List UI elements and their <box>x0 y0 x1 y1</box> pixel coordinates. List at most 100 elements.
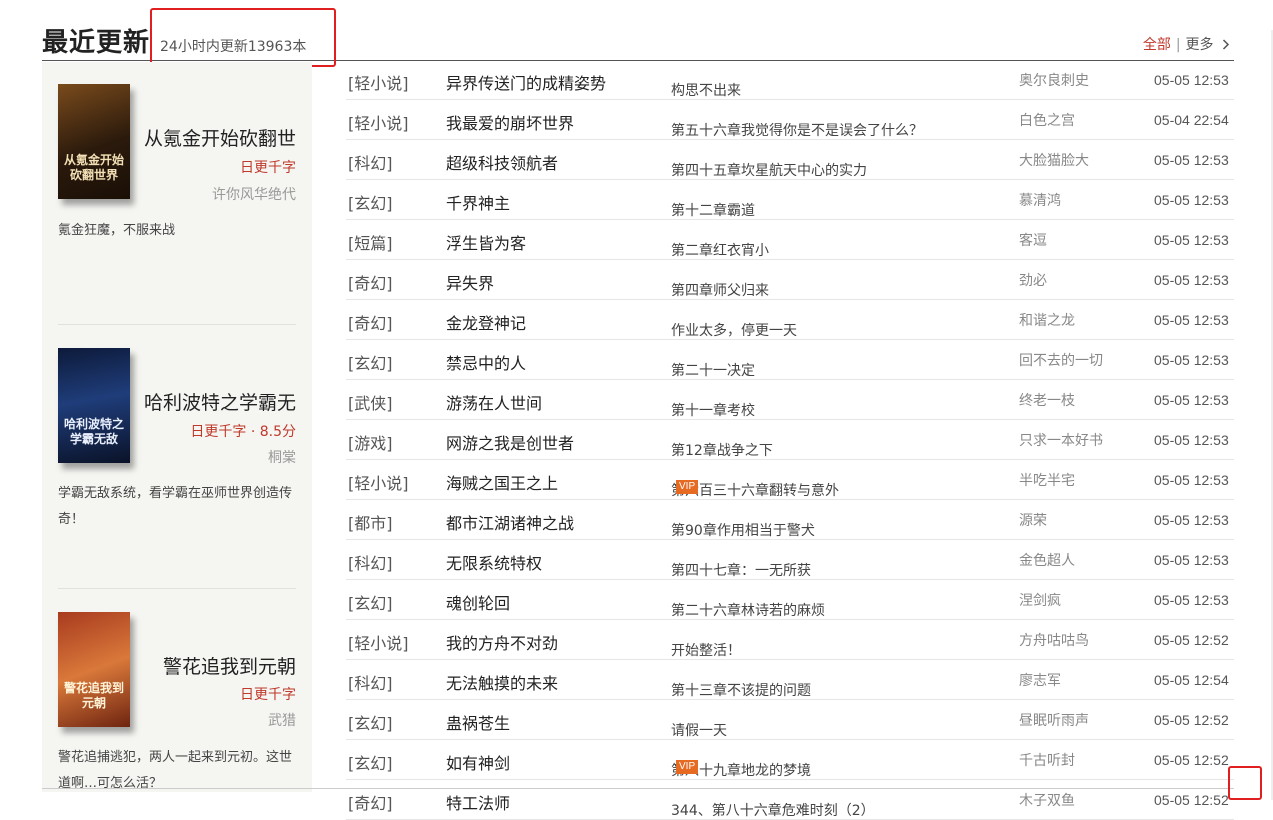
category-link[interactable]: [科幻] <box>348 150 393 174</box>
book-author[interactable]: 许你风华绝代 <box>212 184 296 204</box>
book-description: 学霸无敌系统，看学霸在巫师世界创造传奇！ <box>58 486 293 527</box>
update-time: 05-05 12:52 <box>1154 712 1229 728</box>
cover-title-text: 从氪金开始砍翻世界 <box>63 153 124 182</box>
category-link[interactable]: [武侠] <box>348 390 393 414</box>
author-link[interactable]: 廖志军 <box>1019 670 1061 690</box>
list-row: [武侠] 游荡在人世间 第十一章考校 终老一枝 05-05 12:53 <box>346 380 1234 420</box>
author-link[interactable]: 千古听封 <box>1019 750 1075 770</box>
category-link[interactable]: [奇幻] <box>348 270 393 294</box>
category-link[interactable]: [奇幻] <box>348 310 393 334</box>
book-name-link[interactable]: 浮生皆为客 <box>446 230 526 254</box>
category-link[interactable]: [玄幻] <box>348 710 393 734</box>
update-time: 05-05 12:53 <box>1154 592 1229 608</box>
book-name-link[interactable]: 我的方舟不对劲 <box>446 630 558 654</box>
book-name-link[interactable]: 我最爱的崩坏世界 <box>446 110 574 134</box>
chapter-title: 第五十六章我觉得你是不是误会了什么？ <box>671 123 923 139</box>
book-title[interactable]: 警花追我到元朝 <box>163 652 296 679</box>
book-name-link[interactable]: 无法触摸的未来 <box>446 670 558 694</box>
author-link[interactable]: 白色之宫 <box>1019 110 1075 130</box>
chapter-title: 构思不出来 <box>671 83 741 99</box>
book-name-link[interactable]: 如有神剑 <box>446 750 510 774</box>
all-link[interactable]: 全部 <box>1143 37 1171 53</box>
vip-badge: VIP <box>676 760 699 774</box>
author-link[interactable]: 涅剑疯 <box>1019 590 1061 610</box>
author-link[interactable]: 半吃半宅 <box>1019 470 1075 490</box>
chapter-title: 第十二章霸道 <box>671 203 755 219</box>
book-name-link[interactable]: 网游之我是创世者 <box>446 430 574 454</box>
category-link[interactable]: [玄幻] <box>348 590 393 614</box>
chevron-right-icon <box>1222 39 1230 50</box>
author-link[interactable]: 昼眠听雨声 <box>1019 710 1089 730</box>
book-cover[interactable]: 从氪金开始砍翻世界 <box>58 84 130 199</box>
update-time: 05-05 12:53 <box>1154 392 1229 408</box>
author-link[interactable]: 回不去的一切 <box>1019 350 1103 370</box>
list-row: [短篇] 浮生皆为客 第二章红衣宵小 客逗 05-05 12:53 <box>346 220 1234 260</box>
category-link[interactable]: [轻小说] <box>348 70 409 94</box>
list-row: [科幻] 无法触摸的未来 第十三章不该提的问题 廖志军 05-05 12:54 <box>346 660 1234 700</box>
update-time: 05-05 12:52 <box>1154 632 1229 648</box>
book-name-link[interactable]: 蛊祸苍生 <box>446 710 510 734</box>
chapter-title: 第90章作用相当于警犬 <box>671 523 815 539</box>
author-link[interactable]: 大脸猫脸大 <box>1019 150 1089 170</box>
book-title[interactable]: 哈利波特之学霸无 <box>144 388 296 415</box>
book-name-link[interactable]: 异失界 <box>446 270 494 294</box>
list-row: [玄幻] 禁忌中的人 第二十一决定 回不去的一切 05-05 12:53 <box>346 340 1234 380</box>
more-link[interactable]: 更多 <box>1186 37 1230 53</box>
book-name-link[interactable]: 千界神主 <box>446 190 510 214</box>
author-link[interactable]: 和谐之龙 <box>1019 310 1075 330</box>
book-cover[interactable]: 哈利波特之学霸无敌 <box>58 348 130 463</box>
category-link[interactable]: [游戏] <box>348 430 393 454</box>
list-row: [玄幻] 魂创轮回 第二十六章林诗若的麻烦 涅剑疯 05-05 12:53 <box>346 580 1234 620</box>
author-link[interactable]: 木子双鱼 <box>1019 790 1075 810</box>
category-link[interactable]: [轻小说] <box>348 470 409 494</box>
update-time: 05-05 12:53 <box>1154 472 1229 488</box>
category-link[interactable]: [玄幻] <box>348 750 393 774</box>
author-link[interactable]: 源荣 <box>1019 510 1047 530</box>
list-row: [奇幻] 金龙登神记 作业太多，停更一天 和谐之龙 05-05 12:53 <box>346 300 1234 340</box>
category-link[interactable]: [玄幻] <box>348 350 393 374</box>
book-title[interactable]: 从氪金开始砍翻世 <box>144 124 296 151</box>
chapter-title: 第二十一决定 <box>671 363 755 379</box>
book-name-link[interactable]: 禁忌中的人 <box>446 350 526 374</box>
book-name-link[interactable]: 金龙登神记 <box>446 310 526 334</box>
book-name-link[interactable]: 无限系统特权 <box>446 550 542 574</box>
category-link[interactable]: [科幻] <box>348 670 393 694</box>
list-row: [轻小说] 海贼之国王之上 第六百三十六章翻转与意外 VIP 半吃半宅 05-05 12:… <box>346 460 1234 500</box>
update-time: 05-05 12:53 <box>1154 512 1229 528</box>
book-author[interactable]: 桐棠 <box>268 447 296 467</box>
author-link[interactable]: 客逗 <box>1019 230 1047 250</box>
book-name-link[interactable]: 都市江湖诸神之战 <box>446 510 574 534</box>
category-link[interactable]: [奇幻] <box>348 790 393 814</box>
header-links: 全部 | 更多 <box>1143 34 1230 54</box>
list-row: [都市] 都市江湖诸神之战第90章作用相当于警犬 源荣 05-05 12:53 <box>346 500 1234 540</box>
annotation-highlight-box <box>150 8 336 67</box>
author-link[interactable]: 方舟咕咕鸟 <box>1019 630 1089 650</box>
author-link[interactable]: 慕清鸿 <box>1019 190 1061 210</box>
book-name-link[interactable]: 游荡在人世间 <box>446 390 542 414</box>
book-name-link[interactable]: 特工法师 <box>446 790 510 814</box>
update-time: 05-05 12:53 <box>1154 272 1229 288</box>
category-link[interactable]: [短篇] <box>348 230 393 254</box>
category-link[interactable]: [轻小说] <box>348 110 409 134</box>
author-link[interactable]: 劲必 <box>1019 270 1047 290</box>
update-time: 05-04 22:54 <box>1154 112 1229 128</box>
author-link[interactable]: 终老一枝 <box>1019 390 1075 410</box>
chapter-title: 作业太多，停更一天 <box>671 323 797 339</box>
category-link[interactable]: [轻小说] <box>348 630 409 654</box>
author-link[interactable]: 奥尔良刺史 <box>1019 70 1089 90</box>
list-row: [玄幻] 蛊祸苍生 请假一天 昼眠听雨声 05-05 12:52 <box>346 700 1234 740</box>
book-name-link[interactable]: 异界传送门的成精姿势 <box>446 70 606 94</box>
category-link[interactable]: [科幻] <box>348 550 393 574</box>
category-link[interactable]: [都市] <box>348 510 393 534</box>
vip-badge: VIP <box>676 480 699 494</box>
author-link[interactable]: 只求一本好书 <box>1019 430 1103 450</box>
featured-sidebar: 从氪金开始砍翻世界 从氪金开始砍翻世 日更千字 许你风华绝代 氪金狂魔，不服来战… <box>42 62 312 792</box>
book-name-link[interactable]: 魂创轮回 <box>446 590 510 614</box>
book-cover[interactable]: 警花追我到元朝 <box>58 612 130 727</box>
author-link[interactable]: 金色超人 <box>1019 550 1075 570</box>
book-name-link[interactable]: 海贼之国王之上 <box>446 470 558 494</box>
book-name-link[interactable]: 超级科技领航者 <box>446 150 558 174</box>
book-author[interactable]: 武猎 <box>268 710 296 730</box>
update-time: 05-05 12:53 <box>1154 432 1229 448</box>
category-link[interactable]: [玄幻] <box>348 190 393 214</box>
